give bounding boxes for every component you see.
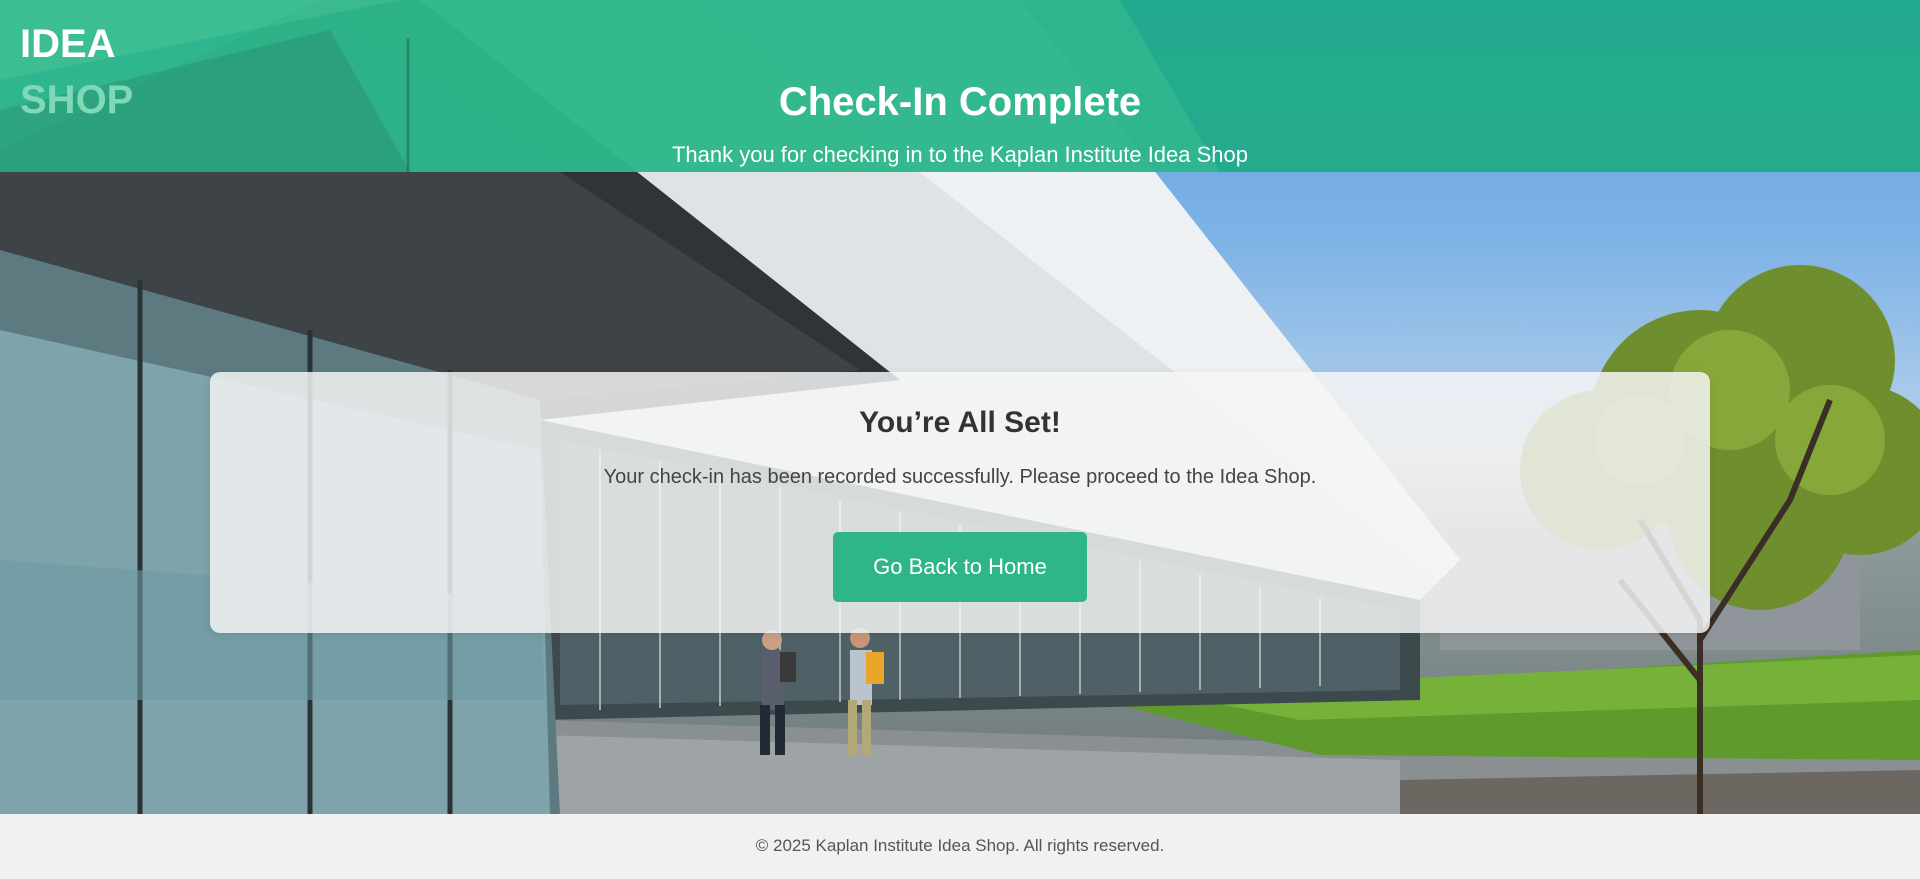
copyright-text: © 2025 Kaplan Institute Idea Shop. All r… bbox=[755, 836, 1165, 855]
page: IDEA SHOP Check-In Complete Thank you fo… bbox=[0, 0, 1920, 879]
logo-line-idea: IDEA bbox=[20, 22, 116, 66]
confirmation-heading: You’re All Set! bbox=[859, 406, 1061, 439]
confirmation-card: You’re All Set! Your check-in has been r… bbox=[210, 372, 1710, 633]
go-back-home-button[interactable]: Go Back to Home bbox=[833, 532, 1087, 602]
confirmation-message: Your check-in has been recorded successf… bbox=[603, 466, 1317, 488]
header-banner: IDEA SHOP Check-In Complete Thank you fo… bbox=[0, 0, 1920, 172]
footer: © 2025 Kaplan Institute Idea Shop. All r… bbox=[0, 814, 1920, 879]
page-subtitle: Thank you for checking in to the Kaplan … bbox=[671, 142, 1249, 167]
page-title: Check-In Complete bbox=[778, 80, 1142, 124]
